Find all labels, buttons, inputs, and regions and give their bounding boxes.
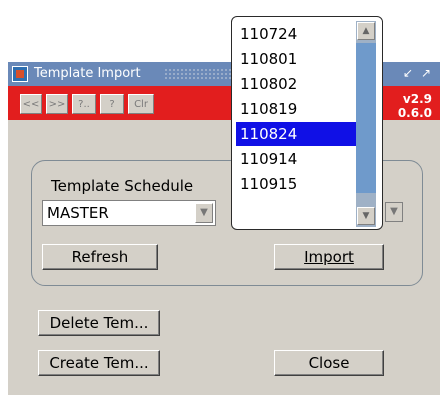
dropdown-scrollbar[interactable]: ▲ ▼ xyxy=(356,21,376,227)
close-button[interactable]: Close xyxy=(274,350,384,376)
toolbar-last-button[interactable]: >> xyxy=(46,94,68,114)
template-schedule-label: Template Schedule xyxy=(51,177,194,195)
refresh-button[interactable]: Refresh xyxy=(42,244,158,270)
chevron-down-icon[interactable]: ▼ xyxy=(385,202,403,222)
scroll-up-icon[interactable]: ▲ xyxy=(357,22,375,40)
template-schedule-value: MASTER xyxy=(47,204,109,222)
import-button-label: Import xyxy=(304,248,354,266)
template-import-icon xyxy=(12,66,28,82)
list-item-selected[interactable]: 110824 xyxy=(236,122,358,146)
delete-template-button[interactable]: Delete Tem... xyxy=(38,310,160,336)
scroll-thumb[interactable] xyxy=(356,43,376,193)
restore-icon[interactable]: ↗ xyxy=(418,65,434,81)
list-item[interactable]: 110802 xyxy=(236,72,358,96)
version-line-1: v2.9 xyxy=(402,92,432,106)
list-item[interactable]: 110801 xyxy=(236,47,358,71)
list-item[interactable]: 110819 xyxy=(236,97,358,121)
minimize-icon[interactable]: ↙ xyxy=(400,65,416,81)
template-schedule-select[interactable]: MASTER ▼ xyxy=(42,200,216,226)
chevron-down-icon[interactable]: ▼ xyxy=(195,203,213,223)
scroll-down-icon[interactable]: ▼ xyxy=(357,207,375,225)
list-item[interactable]: 110915 xyxy=(236,172,358,196)
import-button[interactable]: Import xyxy=(274,244,384,270)
list-item[interactable]: 110724 xyxy=(236,22,358,46)
window-title: Template Import xyxy=(34,66,141,81)
version-label: v2.9 0.6.0 xyxy=(398,92,432,120)
dropdown-list[interactable]: 110724 110801 110802 110819 110824 11091… xyxy=(231,16,383,230)
toolbar-first-button[interactable]: << xyxy=(20,94,42,114)
list-item[interactable]: 110914 xyxy=(236,147,358,171)
toolbar-help-button[interactable]: ? xyxy=(100,94,124,114)
toolbar-help-menu-button[interactable]: ?.. xyxy=(72,94,96,114)
version-line-2: 0.6.0 xyxy=(397,106,432,120)
toolbar-clear-button[interactable]: Clr xyxy=(128,94,154,114)
create-template-button[interactable]: Create Tem... xyxy=(38,350,160,376)
